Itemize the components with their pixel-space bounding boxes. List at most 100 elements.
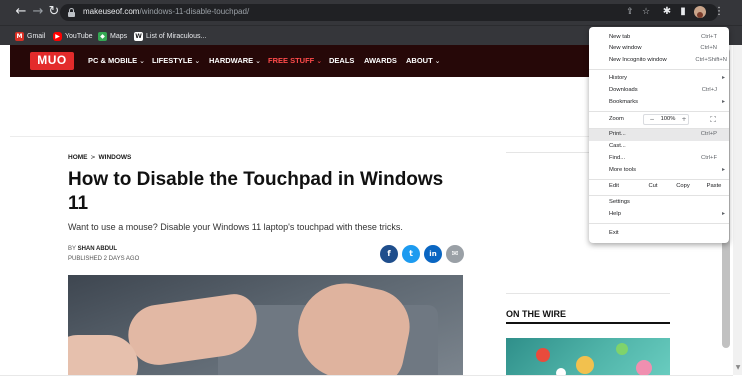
breadcrumb-section[interactable]: WINDOWS [99,154,132,161]
facebook-share-icon[interactable]: f [380,245,398,263]
breadcrumb-home[interactable]: HOME [68,154,88,161]
menu-label: Exit [609,230,619,236]
side-panel-icon[interactable]: ▮ [677,6,689,18]
address-bar[interactable]: makeuseof.com/windows-11-disable-touchpa… [60,4,718,21]
bookmark-label: Gmail [27,32,46,40]
nav-free-stuff[interactable]: FREE STUFF ⌄ [268,56,322,65]
menu-new-incognito[interactable]: New Incognito window Ctrl+Shift+N [589,55,729,67]
twitter-share-icon[interactable]: t [402,245,420,263]
menu-bookmarks[interactable]: Bookmarks ▸ [589,97,729,109]
edit-label: Edit [609,183,619,189]
chevron-right-icon: ▸ [721,74,725,81]
article-subtitle: Want to use a mouse? Disable your Window… [68,222,403,232]
cut-button[interactable]: Cut [642,181,664,192]
menu-separator [589,195,729,196]
menu-label: New window [609,45,642,51]
menu-label: New tab [609,34,631,40]
menu-settings[interactable]: Settings [589,197,729,209]
url-text[interactable]: makeuseof.com/windows-11-disable-touchpa… [83,7,249,16]
browser-window: ← → ↻ makeuseof.com/windows-11-disable-t… [0,0,742,387]
chevron-right-icon: ▸ [721,166,725,173]
url-path: /windows-11-disable-touchpad/ [139,7,250,16]
lock-icon[interactable] [68,8,75,17]
hero-image [68,275,463,387]
sidebar-heading: ON THE WIRE [506,309,566,319]
paste-button[interactable]: Paste [703,181,725,192]
bookmark-star-icon[interactable]: ☆ [641,7,651,17]
author-name[interactable]: SHAN ABDUL [78,246,117,252]
byline: BY SHAN ABDUL PUBLISHED 2 DAYS AGO [68,244,139,264]
nav-awards[interactable]: AWARDS [364,56,397,65]
menu-print[interactable]: Print... Ctrl+P [589,129,729,141]
forward-icon[interactable]: → [31,5,45,19]
vertical-scrollbar[interactable] [733,45,742,375]
bookmark-gmail[interactable]: M Gmail [15,30,45,42]
menu-help[interactable]: Help ▸ [589,209,729,221]
bookmark-label: List of Miraculous... [146,32,207,40]
menu-shortcut: Ctrl+P [700,131,717,137]
profile-avatar[interactable] [694,6,706,18]
menu-separator [589,69,729,70]
menu-label: New Incognito window [609,57,667,63]
menu-shortcut: Ctrl+Shift+N [695,57,727,63]
menu-cast[interactable]: Cast... [589,141,729,153]
site-logo[interactable]: MUO [30,52,74,70]
menu-new-window[interactable]: New window Ctrl+N [589,43,729,55]
sidebar-divider [506,293,670,294]
reload-icon[interactable]: ↻ [47,5,61,19]
menu-edit-row: Edit Cut Copy Paste [589,181,729,193]
menu-label: Downloads [609,87,638,93]
email-share-icon[interactable]: ✉ [446,245,464,263]
menu-label: Print... [609,131,626,137]
nav-label: AWARDS [364,56,397,65]
horizontal-scrollbar[interactable] [0,375,733,387]
back-icon[interactable]: ← [14,5,28,19]
bookmark-maps[interactable]: ◆ Maps [98,30,127,42]
youtube-icon: ▶ [53,31,62,41]
menu-history[interactable]: History ▸ [589,73,729,85]
fullscreen-icon[interactable]: ⛶ [706,115,720,124]
chevron-right-icon: ▸ [721,210,725,217]
bookmark-wikipedia[interactable]: W List of Miraculous... [134,30,206,42]
zoom-level: 100% [660,116,676,122]
menu-label: Settings [609,199,630,205]
menu-more-tools[interactable]: More tools ▸ [589,165,729,177]
author-line: BY SHAN ABDUL [68,244,139,254]
zoom-in-button[interactable]: + [677,115,691,124]
chevron-down-icon: ⌄ [255,57,262,65]
menu-exit[interactable]: Exit [589,228,729,240]
menu-find[interactable]: Find... Ctrl+F [589,153,729,165]
menu-shortcut: Ctrl+F [701,155,717,161]
nav-label: DEALS [329,56,355,65]
linkedin-share-icon[interactable]: in [424,245,442,263]
chevron-right-icon: ▸ [721,98,725,105]
menu-label: Cast... [609,143,626,149]
menu-label: More tools [609,167,637,173]
bookmark-label: YouTube [65,32,93,40]
share-page-icon[interactable]: ⇪ [625,7,635,17]
copy-button[interactable]: Copy [672,181,694,192]
menu-shortcut: Ctrl+J [701,87,717,93]
menu-shortcut: Ctrl+T [701,34,717,40]
nav-hardware[interactable]: HARDWARE ⌄ [209,56,261,65]
article-title: How to Disable the Touchpad in Windows 1… [68,169,444,214]
nav-label: LIFESTYLE [152,56,193,65]
chevron-down-icon: ⌄ [139,57,146,65]
wikipedia-icon: W [134,31,143,41]
scroll-down-icon[interactable]: ▼ [734,364,742,372]
bookmark-youtube[interactable]: ▶ YouTube [53,30,93,42]
zoom-out-button[interactable]: − [645,115,659,124]
nav-label: ABOUT [406,56,433,65]
menu-separator [589,223,729,224]
nav-about[interactable]: ABOUT ⌄ [406,56,441,65]
url-host: makeuseof.com [83,7,140,16]
nav-pc-mobile[interactable]: PC & MOBILE ⌄ [88,56,145,65]
nav-label: FREE STUFF [268,56,315,65]
nav-deals[interactable]: DEALS [329,56,354,65]
menu-downloads[interactable]: Downloads Ctrl+J [589,85,729,97]
menu-label: History [609,75,628,81]
chrome-menu-icon[interactable]: ⋮ [713,6,725,18]
nav-lifestyle[interactable]: LIFESTYLE ⌄ [152,56,200,65]
by-prefix: BY [68,246,76,252]
extensions-icon[interactable]: ✱ [661,6,673,18]
